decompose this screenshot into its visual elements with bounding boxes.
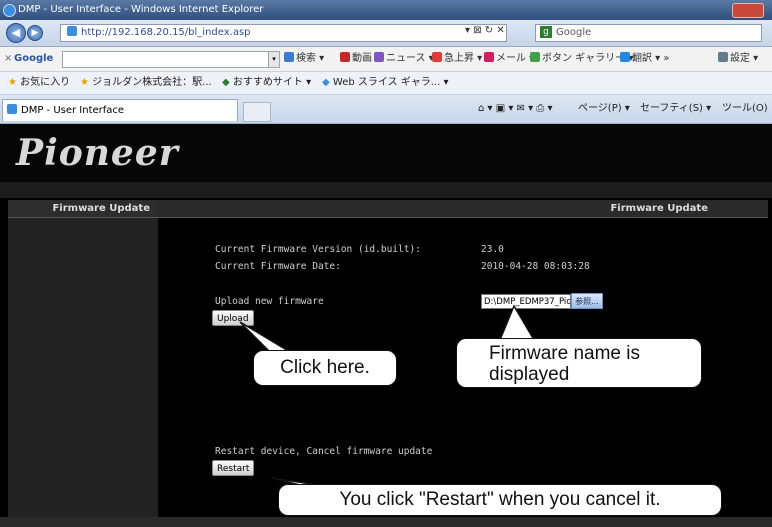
tab-bar: DMP - User Interface ⌂ ▾ ▣ ▾ ✉ ▾ ⎙ ▾ ページ…: [0, 95, 772, 124]
tool-button-gallery[interactable]: ボタン ギャラリー ▾: [530, 47, 633, 71]
sidebar: Firmware Update: [8, 200, 158, 518]
current-date-value: 2010-04-28 08:03:28: [481, 261, 590, 272]
trending-icon: [432, 52, 442, 62]
gallery-icon: [530, 52, 540, 62]
favorite-suggested-sites[interactable]: ◆ おすすめサイト ▾: [222, 72, 311, 94]
back-button[interactable]: ◀: [6, 23, 26, 43]
tab-dmp[interactable]: DMP - User Interface: [2, 99, 238, 121]
tool-video[interactable]: 動画: [340, 47, 372, 71]
callout-restart-note: You click "Restart" when you cancel it.: [278, 484, 722, 516]
page-content: Pioneer Firmware Update Firmware Update …: [0, 124, 772, 527]
url-text: http://192.168.20.15/bl_index.asp: [81, 27, 251, 38]
search-icon: [284, 52, 294, 62]
video-icon: [340, 52, 350, 62]
window-title: DMP - User Interface - Windows Internet …: [18, 4, 264, 15]
tool-settings[interactable]: 設定 ▾: [718, 47, 758, 71]
restart-label: Restart device, Cancel firmware update: [215, 446, 433, 457]
forward-button[interactable]: ▶: [27, 25, 43, 41]
upload-label: Upload new firmware: [215, 296, 324, 307]
google-icon: g: [540, 26, 552, 38]
footer-strip: [0, 517, 772, 527]
command-safety[interactable]: セーフティ(S) ▾: [640, 95, 711, 123]
tool-translate[interactable]: 翻訳 ▾ »: [620, 47, 670, 71]
favorite-web-slice[interactable]: ◆ Web スライス ギャラ... ▾: [322, 72, 448, 94]
command-page[interactable]: ページ(P) ▾: [578, 95, 630, 123]
favorite-jorudan[interactable]: ★ ジョルダン株式会社：駅...: [80, 72, 212, 94]
ie-icon: [3, 4, 16, 17]
current-version-label: Current Firmware Version (id.built):: [215, 244, 421, 255]
current-version-value: 23.0: [481, 244, 504, 255]
command-tools[interactable]: ツール(O): [722, 95, 768, 123]
toolbar-close-button[interactable]: ×: [4, 47, 12, 71]
suggested-sites-icon: ◆: [222, 77, 230, 88]
search-box[interactable]: g Google: [535, 24, 762, 42]
star-plus-icon: ★: [80, 77, 89, 88]
news-icon: [374, 52, 384, 62]
restart-button[interactable]: Restart: [212, 460, 255, 476]
star-icon: ★: [8, 77, 17, 88]
page-icon: [7, 104, 17, 114]
search-engine-label: Google: [556, 27, 592, 38]
browse-button[interactable]: 参照...: [571, 293, 603, 309]
wrench-icon: [718, 52, 728, 62]
callout-click-here: Click here.: [253, 350, 397, 386]
tool-mail[interactable]: メール ▾: [484, 47, 534, 71]
window-close-button[interactable]: [732, 3, 764, 18]
main-heading: Firmware Update: [158, 200, 768, 218]
address-bar: ◀ ▶ http://192.168.20.15/bl_index.asp ▾ …: [0, 20, 772, 47]
google-search-dropdown[interactable]: ▾: [268, 51, 280, 68]
upload-button[interactable]: Upload: [212, 310, 254, 326]
file-path-input[interactable]: D:\DMP_EDMP37_Pioneer: [481, 294, 571, 309]
header-band: [0, 182, 772, 198]
pioneer-logo: Pioneer: [16, 132, 179, 174]
google-toolbar: × Google ▾ 検索 ▾ 動画 ニュース ▾ 急上昇 ▾ メール ▾ ボタ…: [0, 47, 772, 72]
mail-icon: [484, 52, 494, 62]
sidebar-item-firmware-update[interactable]: Firmware Update: [8, 200, 158, 218]
tool-search[interactable]: 検索 ▾: [284, 47, 324, 71]
tool-news[interactable]: ニュース ▾: [374, 47, 434, 71]
address-tools[interactable]: ▾ ⊠ ↻ ✕: [465, 25, 505, 36]
web-slice-icon: ◆: [322, 77, 330, 88]
tool-trending[interactable]: 急上昇 ▾: [432, 47, 482, 71]
page-icon: [67, 26, 77, 36]
favorites-button[interactable]: ★ お気に入り: [8, 72, 70, 94]
home-icon[interactable]: ⌂ ▾ ▣ ▾ ✉ ▾ ⎙ ▾: [478, 95, 553, 123]
google-search-input[interactable]: [62, 51, 269, 68]
url-input[interactable]: http://192.168.20.15/bl_index.asp: [60, 24, 507, 42]
current-date-label: Current Firmware Date:: [215, 261, 341, 272]
google-logo: Google: [14, 53, 54, 64]
translate-icon: [620, 52, 630, 62]
new-tab-button[interactable]: [243, 102, 271, 122]
header: Pioneer: [0, 124, 772, 182]
favorites-bar: ★ お気に入り ★ ジョルダン株式会社：駅... ◆ おすすめサイト ▾ ◆ W…: [0, 72, 772, 95]
callout-firmware-name: Firmware name is displayed: [456, 338, 702, 388]
window-titlebar: DMP - User Interface - Windows Internet …: [0, 0, 772, 20]
